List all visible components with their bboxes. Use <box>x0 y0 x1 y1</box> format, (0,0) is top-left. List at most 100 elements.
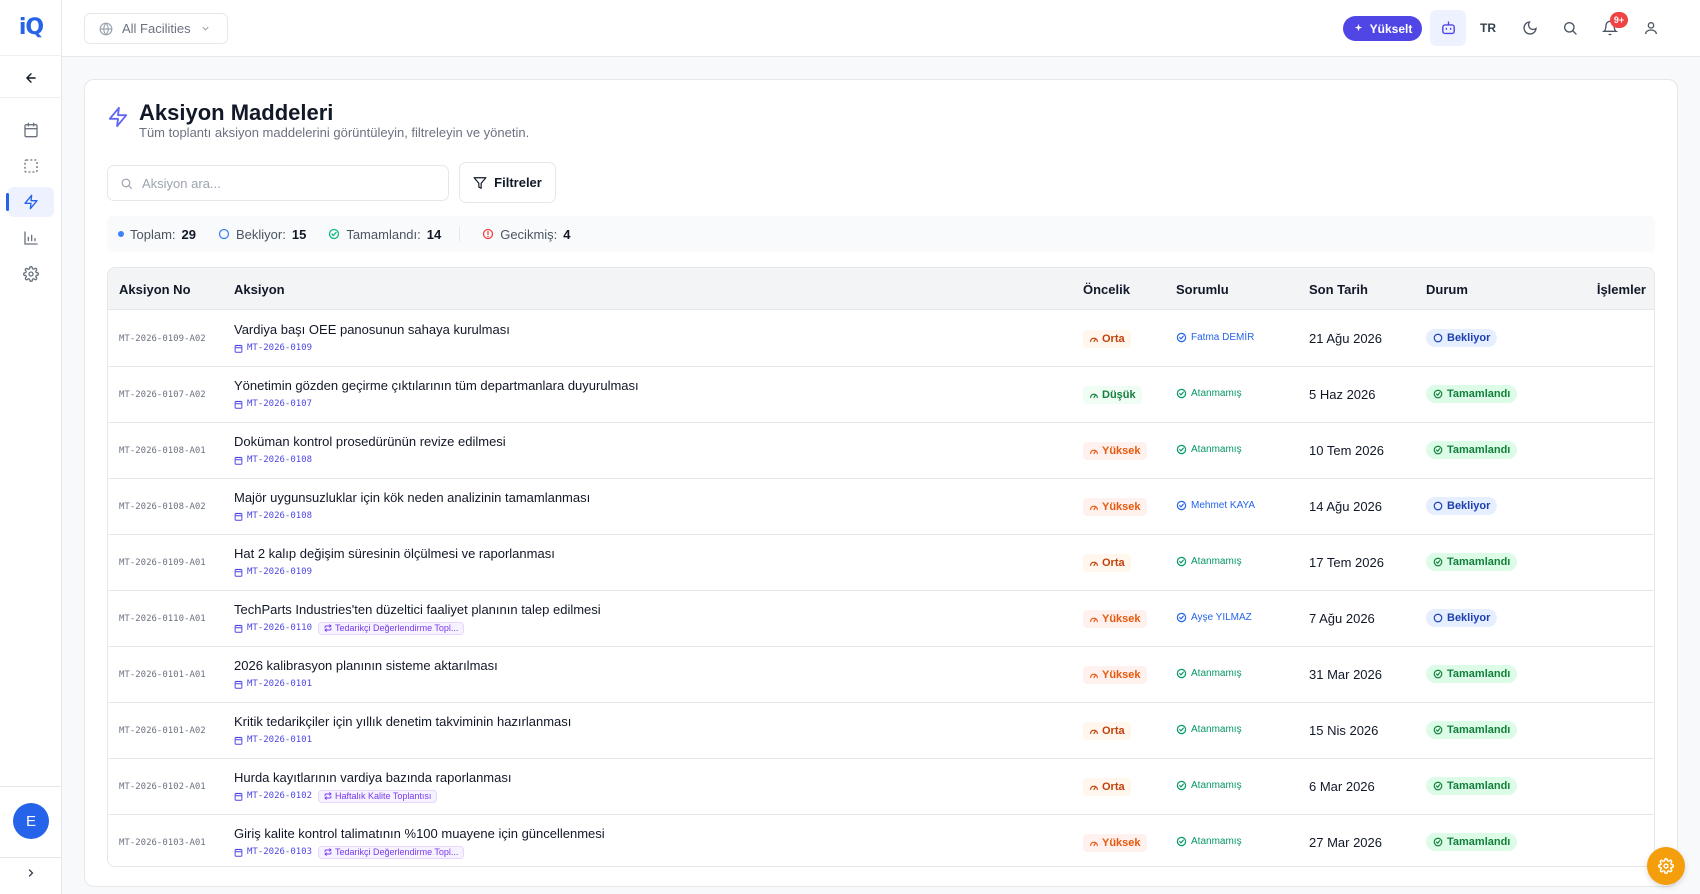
table-row[interactable]: MT-2026-0102-A01 Hurda kayıtlarının vardi… <box>108 759 1654 815</box>
stat-total: Toplam: 29 <box>118 227 196 242</box>
notifications-button[interactable]: 9+ <box>1592 10 1628 46</box>
action-meta: MT-2026-0109 <box>234 565 312 579</box>
owner-label[interactable]: Atanmamış <box>1176 556 1242 567</box>
status-badge: Tamamlandı <box>1426 385 1518 403</box>
facility-label: All Facilities <box>122 21 191 36</box>
owner-label[interactable]: Atanmamış <box>1176 388 1242 399</box>
settings-fab[interactable] <box>1647 847 1685 885</box>
meeting-series-tag[interactable]: Tedarikçi Değerlendirme Topl... <box>318 845 465 859</box>
due-date: 6 Mar 2026 <box>1309 779 1375 794</box>
action-title[interactable]: Hurda kayıtlarının vardiya bazında rapor… <box>234 770 511 785</box>
meeting-link[interactable]: MT-2026-0101 <box>234 735 312 745</box>
status-badge: Tamamlandı <box>1426 833 1518 851</box>
action-title[interactable]: Giriş kalite kontrol talimatının %100 mu… <box>234 826 605 841</box>
expand-sidebar-button[interactable] <box>0 857 62 887</box>
search-input[interactable] <box>142 175 432 191</box>
owner-label[interactable]: Ayşe YILMAZ <box>1176 612 1252 623</box>
calendar-icon <box>234 568 243 577</box>
table-row[interactable]: MT-2026-0107-A02 Yönetimin gözden geçirme… <box>108 367 1654 423</box>
check-circle-icon <box>1433 781 1443 791</box>
col-status[interactable]: Durum <box>1426 282 1468 297</box>
meeting-link[interactable]: MT-2026-0109 <box>234 343 312 353</box>
meeting-link[interactable]: MT-2026-0107 <box>234 399 312 409</box>
owner-label[interactable]: Mehmet KAYA <box>1176 500 1255 511</box>
theme-toggle[interactable] <box>1512 10 1548 46</box>
table-row[interactable]: MT-2026-0101-A01 2026 kalibrasyon planını… <box>108 647 1654 703</box>
chevron-down-icon <box>201 26 209 31</box>
check-circle-icon <box>1176 724 1187 735</box>
meeting-series-tag[interactable]: Tedarikçi Değerlendirme Topl... <box>318 621 465 635</box>
meeting-link[interactable]: MT-2026-0103 <box>234 847 312 857</box>
table-row[interactable]: MT-2026-0108-A01 Doküman kontrol prosedür… <box>108 423 1654 479</box>
priority-badge: Yüksek <box>1083 666 1147 684</box>
alert-circle-icon <box>483 228 494 240</box>
assistant-button[interactable] <box>1430 10 1466 46</box>
user-avatar[interactable]: E <box>13 803 49 839</box>
profile-button[interactable] <box>1633 10 1669 46</box>
action-title[interactable]: Majör uygunsuzluklar için kök neden anal… <box>234 490 590 505</box>
col-owner[interactable]: Sorumlu <box>1176 282 1229 297</box>
due-date: 7 Ağu 2026 <box>1309 611 1375 626</box>
meeting-link[interactable]: MT-2026-0110 <box>234 623 312 633</box>
table-row[interactable]: MT-2026-0103-A01 Giriş kalite kontrol tal… <box>108 815 1654 866</box>
col-action[interactable]: Aksiyon <box>234 282 285 297</box>
action-title[interactable]: Yönetimin gözden geçirme çıktılarının tü… <box>234 378 639 393</box>
sidebar-item-reports[interactable] <box>0 220 62 256</box>
sidebar-item-settings[interactable] <box>0 256 62 292</box>
search-button[interactable] <box>1552 10 1588 46</box>
table-row[interactable]: MT-2026-0109-A01 Hat 2 kalıp değişim süre… <box>108 535 1654 591</box>
filters-button[interactable]: Filtreler <box>459 162 556 203</box>
meeting-series-tag[interactable]: Haftalık Kalite Toplantısı <box>318 789 438 803</box>
app-logo[interactable]: iQ <box>0 0 62 56</box>
meeting-link[interactable]: MT-2026-0109 <box>234 567 312 577</box>
gauge-icon <box>1090 673 1098 679</box>
owner-label[interactable]: Atanmamış <box>1176 444 1242 455</box>
sidebar-item-selection[interactable] <box>0 148 62 184</box>
owner-label[interactable]: Atanmamış <box>1176 668 1242 679</box>
owner-label[interactable]: Atanmamış <box>1176 836 1242 847</box>
calendar-icon <box>234 400 243 409</box>
status-badge: Tamamlandı <box>1426 665 1518 683</box>
repeat-icon <box>324 792 332 800</box>
facility-selector[interactable]: All Facilities <box>84 13 228 44</box>
action-title[interactable]: Kritik tedarikçiler için yıllık denetim … <box>234 714 571 729</box>
meeting-link[interactable]: MT-2026-0108 <box>234 511 312 521</box>
sparkle-icon <box>1354 23 1362 32</box>
action-title[interactable]: Doküman kontrol prosedürünün revize edil… <box>234 434 506 449</box>
owner-label[interactable]: Fatma DEMİR <box>1176 332 1254 343</box>
meeting-link[interactable]: MT-2026-0102 <box>234 791 312 801</box>
back-button[interactable] <box>0 58 62 98</box>
status-badge: Tamamlandı <box>1426 777 1518 795</box>
table-row[interactable]: MT-2026-0109-A02 Vardiya başı OEE panosun… <box>108 311 1654 367</box>
action-id: MT-2026-0108-A01 <box>119 446 206 456</box>
table-row[interactable]: MT-2026-0101-A02 Kritik tedarikçiler için… <box>108 703 1654 759</box>
check-circle-icon <box>1176 388 1187 399</box>
upgrade-button[interactable]: Yükselt <box>1343 16 1422 41</box>
action-meta: MT-2026-0110 Tedarikçi Değerlendirme Topl… <box>234 621 465 635</box>
action-title[interactable]: 2026 kalibrasyon planının sisteme aktarı… <box>234 658 498 673</box>
meeting-link[interactable]: MT-2026-0108 <box>234 455 312 465</box>
meeting-link[interactable]: MT-2026-0101 <box>234 679 312 689</box>
action-id: MT-2026-0109-A02 <box>119 334 206 344</box>
owner-label[interactable]: Atanmamış <box>1176 724 1242 735</box>
language-button[interactable]: TR <box>1470 10 1506 46</box>
priority-badge: Yüksek <box>1083 498 1147 516</box>
col-priority[interactable]: Öncelik <box>1083 282 1130 297</box>
col-due-date[interactable]: Son Tarih <box>1309 282 1368 297</box>
bot-icon <box>1441 20 1455 34</box>
col-action-no[interactable]: Aksiyon No <box>119 282 191 297</box>
action-meta: MT-2026-0108 <box>234 509 312 523</box>
page-title: Aksiyon Maddeleri <box>139 100 334 125</box>
sidebar-item-actions[interactable] <box>0 184 62 220</box>
table-row[interactable]: MT-2026-0110-A01 TechParts Industries'ten… <box>108 591 1654 647</box>
action-title[interactable]: TechParts Industries'ten düzeltici faali… <box>234 602 601 617</box>
check-circle-icon <box>1176 556 1187 567</box>
action-title[interactable]: Hat 2 kalıp değişim süresinin ölçülmesi … <box>234 546 555 561</box>
sidebar: iQ E <box>0 0 62 894</box>
action-title[interactable]: Vardiya başı OEE panosunun sahaya kurulm… <box>234 322 510 337</box>
priority-badge: Orta <box>1083 722 1131 740</box>
owner-label[interactable]: Atanmamış <box>1176 780 1242 791</box>
search-icon <box>1564 22 1577 35</box>
sidebar-item-meetings[interactable] <box>0 112 62 148</box>
table-row[interactable]: MT-2026-0108-A02 Majör uygunsuzluklar içi… <box>108 479 1654 535</box>
